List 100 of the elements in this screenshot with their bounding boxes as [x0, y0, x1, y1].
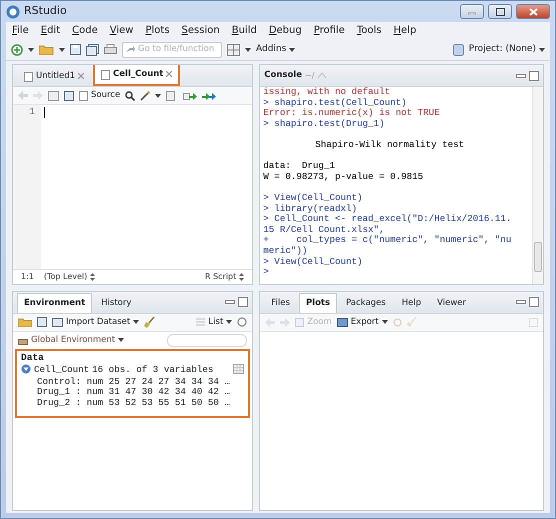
- cursor-position: 1:1: [21, 270, 34, 282]
- image-icon: [336, 318, 348, 326]
- caret-icon[interactable]: [155, 94, 162, 98]
- pane-tab[interactable]: Environment: [17, 292, 92, 312]
- file-type-selector[interactable]: R Script: [204, 270, 244, 282]
- maximize-pane-icon[interactable]: [529, 70, 539, 80]
- pane-tab[interactable]: Help: [394, 292, 428, 312]
- document-icon: [101, 70, 110, 80]
- grid-icon[interactable]: [227, 44, 240, 56]
- search-field[interactable]: [167, 334, 248, 346]
- export-button[interactable]: Export: [336, 316, 388, 328]
- maximize-button[interactable]: [488, 4, 512, 19]
- folder-icon[interactable]: [39, 44, 54, 55]
- object-summary: 16 obs. of 3 variables: [92, 364, 214, 376]
- new-file-icon[interactable]: [11, 44, 23, 56]
- scope-selector[interactable]: (Top Level): [44, 270, 96, 282]
- show-in-window-icon[interactable]: [48, 90, 59, 100]
- arrow-icon: [126, 46, 135, 53]
- go-to-file-field[interactable]: Go to file/function: [122, 42, 222, 58]
- pane-tab[interactable]: Packages: [339, 292, 393, 312]
- caret-icon[interactable]: [59, 48, 65, 52]
- caret-icon[interactable]: [28, 48, 34, 52]
- close-icon: [528, 8, 538, 16]
- menu-item[interactable]: Plots: [145, 23, 170, 38]
- working-directory: ~/: [305, 70, 314, 82]
- broom-icon[interactable]: [144, 316, 156, 328]
- environment-selector[interactable]: Global Environment: [18, 334, 124, 346]
- error-line: Error: is.numeric(x) is not TRUE: [263, 108, 441, 119]
- maximize-icon: [496, 8, 504, 16]
- minimize-pane-icon[interactable]: [225, 300, 236, 304]
- line-number: 1: [28, 105, 35, 119]
- menu-item[interactable]: File: [12, 23, 29, 38]
- pane-tab[interactable]: History: [94, 292, 138, 312]
- section-heading: Data: [21, 352, 45, 364]
- command-line: > shapiro.test(Cell_Count): [263, 98, 408, 108]
- object-name: Cell_Count: [34, 364, 90, 376]
- error-line: issing, with no default: [263, 87, 392, 98]
- maximize-pane-icon[interactable]: [238, 297, 248, 307]
- command-line: > library(readxl): [263, 204, 358, 214]
- document-icon: [79, 90, 88, 100]
- document-icon: [24, 72, 33, 82]
- save-icon[interactable]: [64, 90, 74, 100]
- scrollbar[interactable]: [532, 87, 543, 284]
- grid-view-icon[interactable]: [233, 363, 244, 377]
- command-line: > shapiro.test(Drug_1): [263, 118, 386, 130]
- source-button[interactable]: Source: [79, 89, 120, 102]
- project-menu[interactable]: Project: (None): [468, 42, 545, 56]
- menu-item[interactable]: Code: [72, 23, 98, 38]
- maximize-pane-icon[interactable]: [529, 297, 539, 307]
- save-all-icon[interactable]: [86, 44, 99, 56]
- command-line: 15 R/Cell Count.xlsx",: [263, 224, 386, 235]
- text-cursor: [44, 107, 45, 118]
- save-icon[interactable]: [37, 317, 47, 327]
- output-line: W = 0.98273, p-value = 0.9815: [263, 172, 424, 182]
- list-icon: [196, 318, 206, 326]
- folder-icon[interactable]: [18, 317, 32, 327]
- window-title: RStudio: [24, 3, 67, 20]
- menu-item[interactable]: Debug: [268, 23, 302, 38]
- close-button[interactable]: [516, 4, 550, 19]
- command-line: >: [263, 267, 270, 278]
- output-line: data: Drug_1: [263, 161, 336, 172]
- project-icon[interactable]: [452, 44, 464, 56]
- command-line: > Cell_Count <- read_excel("D:/Helix/2016.11.: [263, 214, 512, 225]
- addins-menu[interactable]: Addins: [256, 42, 296, 56]
- editor-tab[interactable]: Cell_Count: [93, 65, 180, 86]
- command-line: meric")): [263, 246, 308, 256]
- command-line: > View(Cell_Count): [263, 256, 364, 268]
- editor-tab[interactable]: Untitled1: [17, 66, 92, 86]
- magnify-icon: [295, 318, 304, 326]
- menu-item[interactable]: Build: [232, 23, 257, 38]
- command-line: > View(Cell_Count): [263, 192, 364, 204]
- pane-tab[interactable]: Files: [264, 292, 297, 312]
- menu-item[interactable]: Tools: [356, 23, 382, 38]
- column-summary: Drug_2 : num 53 52 53 55 51 50 50 …: [36, 398, 231, 408]
- command-line: + col_types = c("numeric", "numeric", "nu: [263, 235, 512, 246]
- menu-item[interactable]: Help: [393, 23, 416, 38]
- search-icon[interactable]: [125, 90, 136, 100]
- minimize-pane-icon[interactable]: [516, 300, 526, 304]
- wand-icon[interactable]: [140, 90, 150, 100]
- table-icon: [52, 318, 63, 326]
- column-summary: Control: num 25 27 24 27 34 34 34 …: [36, 376, 231, 388]
- print-icon[interactable]: [104, 44, 117, 55]
- menu-item[interactable]: Profile: [314, 23, 345, 38]
- pane-tab[interactable]: Viewer: [430, 292, 474, 312]
- menu-item[interactable]: View: [110, 23, 134, 38]
- menu-item[interactable]: Edit: [40, 23, 60, 38]
- updown-icon: [90, 272, 96, 280]
- minimize-pane-icon[interactable]: [516, 74, 526, 78]
- save-icon[interactable]: [70, 44, 81, 55]
- rerun-arrow-icon[interactable]: [202, 90, 216, 100]
- column-summary: Drug_1 : num 31 47 30 42 34 40 42 …: [36, 387, 231, 398]
- pane-tab[interactable]: Plots: [298, 292, 338, 312]
- output-line: Shapiro-Wilk normality test: [314, 140, 466, 151]
- refresh-icon[interactable]: [237, 317, 248, 327]
- menu-item[interactable]: Session: [182, 23, 220, 38]
- run-arrow-icon[interactable]: [183, 90, 198, 100]
- import-dataset-button[interactable]: Import Dataset: [52, 316, 140, 328]
- caret-icon[interactable]: [245, 48, 251, 52]
- updown-icon: [239, 272, 244, 280]
- view-mode-menu[interactable]: List: [196, 316, 232, 328]
